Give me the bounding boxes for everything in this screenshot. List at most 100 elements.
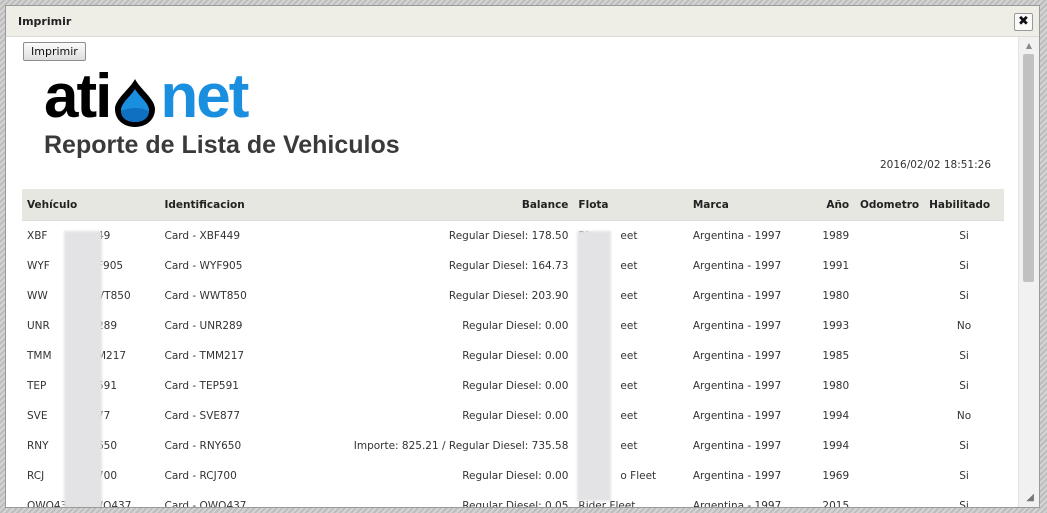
- cell-identificacion: Card - TEP591: [164, 380, 239, 392]
- col-balance: Balance: [298, 189, 574, 221]
- cell-odometro: [854, 251, 924, 281]
- cell-identificacion: Card - TMM217: [164, 350, 245, 362]
- redaction-mask-vehiculo: [64, 231, 102, 507]
- cell-marca: Argentina - 1997: [692, 350, 782, 362]
- col-identificacion: Identificacion: [159, 189, 299, 221]
- ationet-logo: ati net: [44, 62, 249, 131]
- dialog-titlebar[interactable]: Imprimir ✖: [6, 6, 1039, 37]
- table-row: TEP591Card - TEP591Regular Diesel: 0.00R…: [22, 371, 1004, 401]
- cell-habilitado: Si: [959, 260, 969, 272]
- cell-balance: Regular Diesel: 0.00: [462, 470, 569, 482]
- cell-marca: Argentina - 1997: [692, 260, 782, 272]
- flota-text-suffix: eet: [620, 230, 638, 242]
- flota-text-suffix: o Fleet: [620, 470, 657, 482]
- cell-identificacion: Card - RNY650: [164, 440, 242, 452]
- table-row: XBF 49 Card - XBF449 Regular Diesel: 178.50…: [22, 221, 1004, 252]
- table-row: RNY 650 Card - RNY650 Importe: 825.21 / Reg…: [22, 431, 1004, 461]
- cell-odometro: [854, 221, 924, 252]
- print-dialog: Imprimir ✖ Imprimir ati net Reporte de Li…: [5, 5, 1040, 508]
- vertical-scrollbar[interactable]: ▲: [1018, 37, 1039, 507]
- redaction-mask-flota: [577, 231, 611, 501]
- cell-anio: 1969: [822, 470, 850, 482]
- cell-marca: Argentina - 1997: [692, 440, 782, 452]
- col-odometro: Odometro: [854, 189, 925, 221]
- cell-habilitado: Si: [959, 230, 969, 242]
- col-vehiculo: Vehículo: [22, 189, 160, 221]
- cell-balance: Regular Diesel: 203.90: [448, 290, 569, 302]
- cell-marca: Argentina - 1997: [692, 320, 782, 332]
- water-drop-icon: [110, 65, 160, 129]
- cell-anio: 1985: [822, 350, 850, 362]
- table-row: SVE77Card - SVE877Regular Diesel: 0.00Ri…: [22, 401, 1004, 431]
- cell-anio: 1994: [822, 410, 850, 422]
- flota-text-suffix: eet: [620, 320, 638, 332]
- cell-balance: Importe: 825.21 / Regular Diesel: 735.58: [353, 440, 569, 452]
- cell-identificacion: Card - WWT850: [164, 290, 247, 302]
- col-flota: Flota: [573, 189, 688, 221]
- cell-marca: Argentina - 1997: [692, 410, 782, 422]
- cell-balance: Regular Diesel: 0.00: [462, 380, 569, 392]
- cell-odometro: [854, 371, 924, 401]
- cell-marca: Argentina - 1997: [692, 290, 782, 302]
- cell-anio: 2015: [822, 500, 850, 507]
- col-anio: Año: [812, 189, 855, 221]
- cell-habilitado: No: [956, 410, 972, 422]
- cell-marca: Argentina - 1997: [692, 230, 782, 242]
- vehiculo-text-suffix: VT850: [97, 290, 131, 302]
- cell-odometro: [854, 461, 924, 491]
- logo-text-ati: ati: [44, 62, 112, 131]
- cell-anio: 1980: [822, 380, 850, 392]
- table-row: WYF F905 Card - WYF905 Regular Diesel: 164.…: [22, 251, 1004, 281]
- close-icon[interactable]: ✖: [1014, 13, 1033, 31]
- cell-habilitado: Si: [959, 380, 969, 392]
- vehicle-table: Vehículo Identificacion Balance Flota Ma…: [22, 189, 1004, 507]
- flota-text-suffix: eet: [620, 290, 638, 302]
- cell-identificacion: Card - SVE877: [164, 410, 241, 422]
- table-row: RCJ700Card - RCJ700Regular Diesel: 0.00C…: [22, 461, 1004, 491]
- cell-odometro: [854, 491, 924, 507]
- report-timestamp: 2016/02/02 18:51:26: [879, 159, 991, 171]
- cell-balance: Regular Diesel: 178.50: [448, 230, 569, 242]
- cell-habilitado: Si: [959, 500, 969, 507]
- cell-identificacion: Card - WYF905: [164, 260, 243, 272]
- cell-balance: Regular Diesel: 0.05: [462, 500, 569, 507]
- cell-habilitado: Si: [959, 440, 969, 452]
- cell-identificacion: Card - UNR289: [164, 320, 243, 332]
- cell-anio: 1993: [822, 320, 850, 332]
- table-row: WW VT850 Card - WWT850 Regular Diesel: 203.…: [22, 281, 1004, 311]
- scroll-thumb[interactable]: [1023, 54, 1034, 282]
- cell-odometro: [854, 401, 924, 431]
- cell-habilitado: Si: [959, 290, 969, 302]
- dialog-content: Imprimir ati net Reporte de Lista de Vehi…: [6, 37, 1017, 507]
- flota-text-suffix: eet: [620, 410, 638, 422]
- cell-identificacion: Card - XBF449: [164, 230, 241, 242]
- scroll-up-icon[interactable]: ▲: [1019, 41, 1039, 50]
- table-row: UNR289Card - UNR289Regular Diesel: 0.00R…: [22, 311, 1004, 341]
- cell-odometro: [854, 281, 924, 311]
- cell-marca: Argentina - 1997: [692, 470, 782, 482]
- cell-odometro: [854, 341, 924, 371]
- cell-habilitado: No: [956, 320, 972, 332]
- cell-balance: Regular Diesel: 164.73: [448, 260, 569, 272]
- cell-balance: Regular Diesel: 0.00: [462, 320, 569, 332]
- flota-text-suffix: eet: [620, 380, 638, 392]
- cell-habilitado: Si: [959, 470, 969, 482]
- table-row: QWQ437 - QWQ437Card - QWQ437Regular Dies…: [22, 491, 1004, 507]
- table-body: XBF 49 Card - XBF449 Regular Diesel: 178.50…: [22, 221, 1004, 507]
- flota-text-suffix: eet: [620, 260, 638, 272]
- print-button[interactable]: Imprimir: [23, 42, 86, 61]
- report-title: Reporte de Lista de Vehiculos: [44, 131, 400, 159]
- cell-identificacion: Card - RCJ700: [164, 470, 237, 482]
- cell-anio: 1980: [822, 290, 850, 302]
- cell-habilitado: Si: [959, 350, 969, 362]
- cell-balance: Regular Diesel: 0.00: [462, 350, 569, 362]
- col-marca: Marca: [687, 189, 813, 221]
- flota-text-suffix: eet: [620, 350, 638, 362]
- cell-anio: 1994: [822, 440, 850, 452]
- flota-text-suffix: eet: [620, 440, 638, 452]
- cell-identificacion: Card - QWQ437: [164, 500, 247, 507]
- cell-balance: Regular Diesel: 0.00: [462, 410, 569, 422]
- cell-anio: 1991: [822, 260, 850, 272]
- dialog-title: Imprimir: [18, 15, 72, 28]
- resize-handle-icon[interactable]: ◢: [1026, 492, 1034, 503]
